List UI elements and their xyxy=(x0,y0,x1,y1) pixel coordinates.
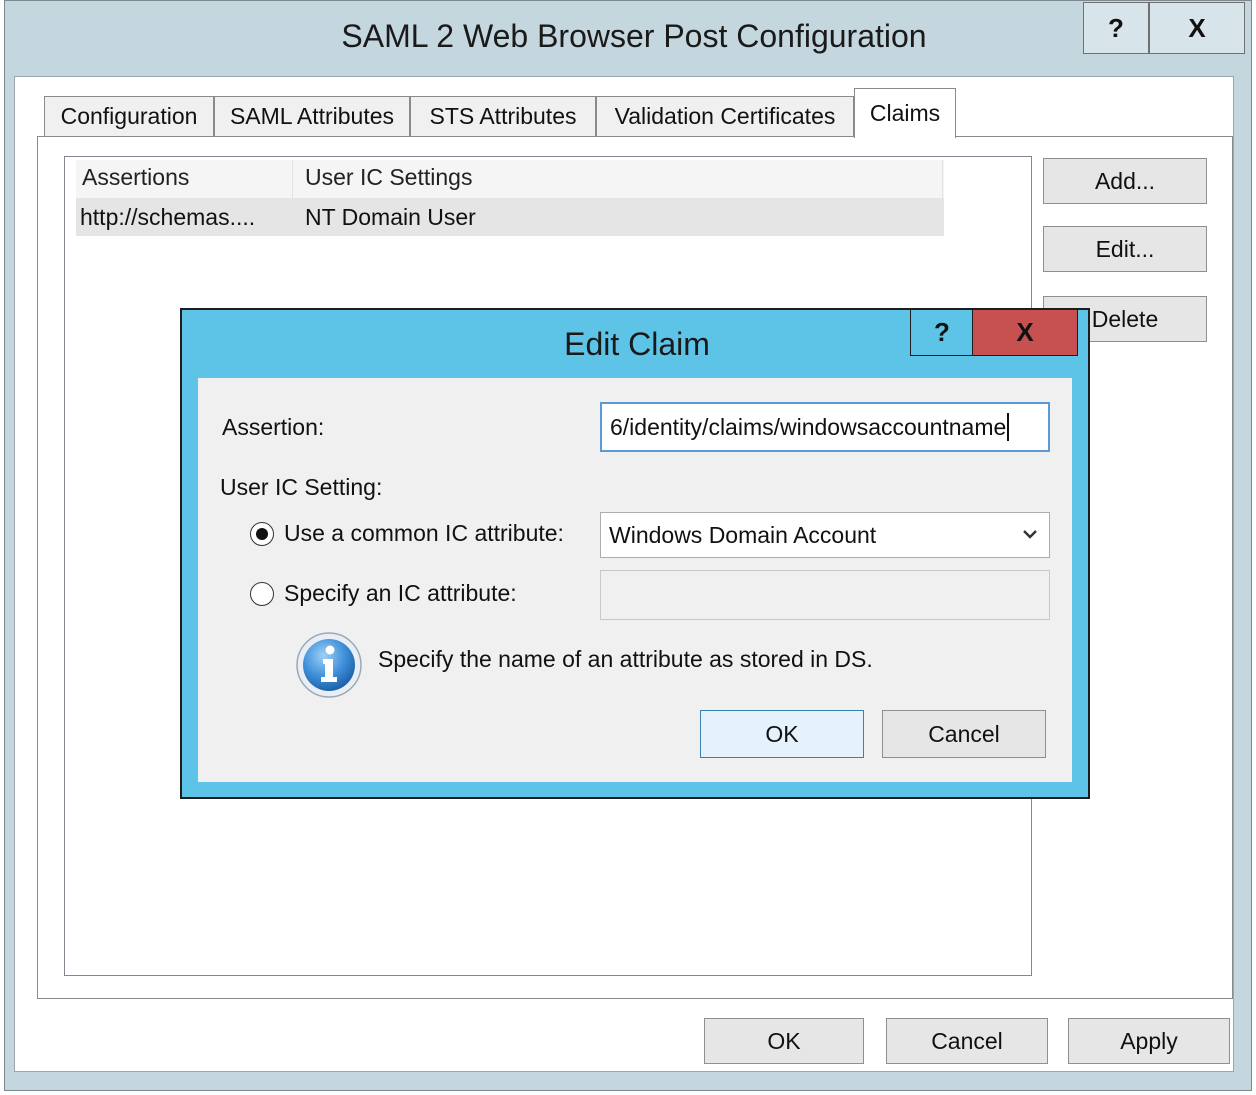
info-icon xyxy=(294,630,364,705)
text-cursor xyxy=(1007,413,1010,441)
dialog-ok-button[interactable]: OK xyxy=(700,710,864,758)
tab-saml-attributes[interactable]: SAML Attributes xyxy=(214,96,410,136)
assertion-input[interactable]: 6/identity/claims/windowsaccountname xyxy=(600,402,1050,452)
tab-sts-attributes[interactable]: STS Attributes xyxy=(410,96,596,136)
tab-configuration[interactable]: Configuration xyxy=(44,96,214,136)
edit-claim-dialog: Edit Claim ? X Assertion: 6/identity/cla… xyxy=(180,308,1090,799)
radio-specify-ic-label[interactable]: Specify an IC attribute: xyxy=(284,580,517,607)
dialog-cancel-button[interactable]: Cancel xyxy=(882,710,1046,758)
tab-claims[interactable]: Claims xyxy=(854,88,956,138)
assertion-input-value: 6/identity/claims/windowsaccountname xyxy=(610,413,1007,440)
column-divider[interactable] xyxy=(292,160,293,198)
dialog-body: Assertion: 6/identity/claims/windowsacco… xyxy=(198,378,1072,782)
cancel-button[interactable]: Cancel xyxy=(886,1018,1048,1064)
add-button[interactable]: Add... xyxy=(1043,158,1207,204)
window-title: SAML 2 Web Browser Post Configuration xyxy=(341,18,927,54)
radio-selected-dot xyxy=(256,528,268,540)
chevron-down-icon xyxy=(1021,522,1039,552)
info-text: Specify the name of an attribute as stor… xyxy=(378,646,873,672)
dialog-close-button[interactable]: X xyxy=(972,310,1078,356)
edit-button[interactable]: Edit... xyxy=(1043,226,1207,272)
ok-button[interactable]: OK xyxy=(704,1018,864,1064)
tab-validation-certificates[interactable]: Validation Certificates xyxy=(596,96,854,136)
column-divider[interactable] xyxy=(942,160,943,198)
row-user-ic-cell: NT Domain User xyxy=(305,204,476,230)
close-button[interactable]: X xyxy=(1149,2,1245,54)
dialog-help-button[interactable]: ? xyxy=(910,310,974,356)
apply-button[interactable]: Apply xyxy=(1068,1018,1230,1064)
radio-common-ic-label[interactable]: Use a common IC attribute: xyxy=(284,520,564,547)
list-header xyxy=(76,160,944,199)
column-header-user-ic-settings[interactable]: User IC Settings xyxy=(305,164,472,191)
radio-common-ic-attribute[interactable] xyxy=(250,522,274,546)
column-header-assertions[interactable]: Assertions xyxy=(82,164,189,191)
common-ic-select-value: Windows Domain Account xyxy=(609,521,877,548)
help-button[interactable]: ? xyxy=(1083,2,1149,54)
assertion-label: Assertion: xyxy=(222,414,325,440)
user-ic-setting-label: User IC Setting: xyxy=(220,474,383,500)
common-ic-attribute-select[interactable]: Windows Domain Account xyxy=(600,512,1050,558)
row-assertion-cell: http://schemas.... xyxy=(80,204,256,230)
radio-specify-ic-attribute[interactable] xyxy=(250,582,274,606)
specify-ic-attribute-input[interactable] xyxy=(600,570,1050,620)
